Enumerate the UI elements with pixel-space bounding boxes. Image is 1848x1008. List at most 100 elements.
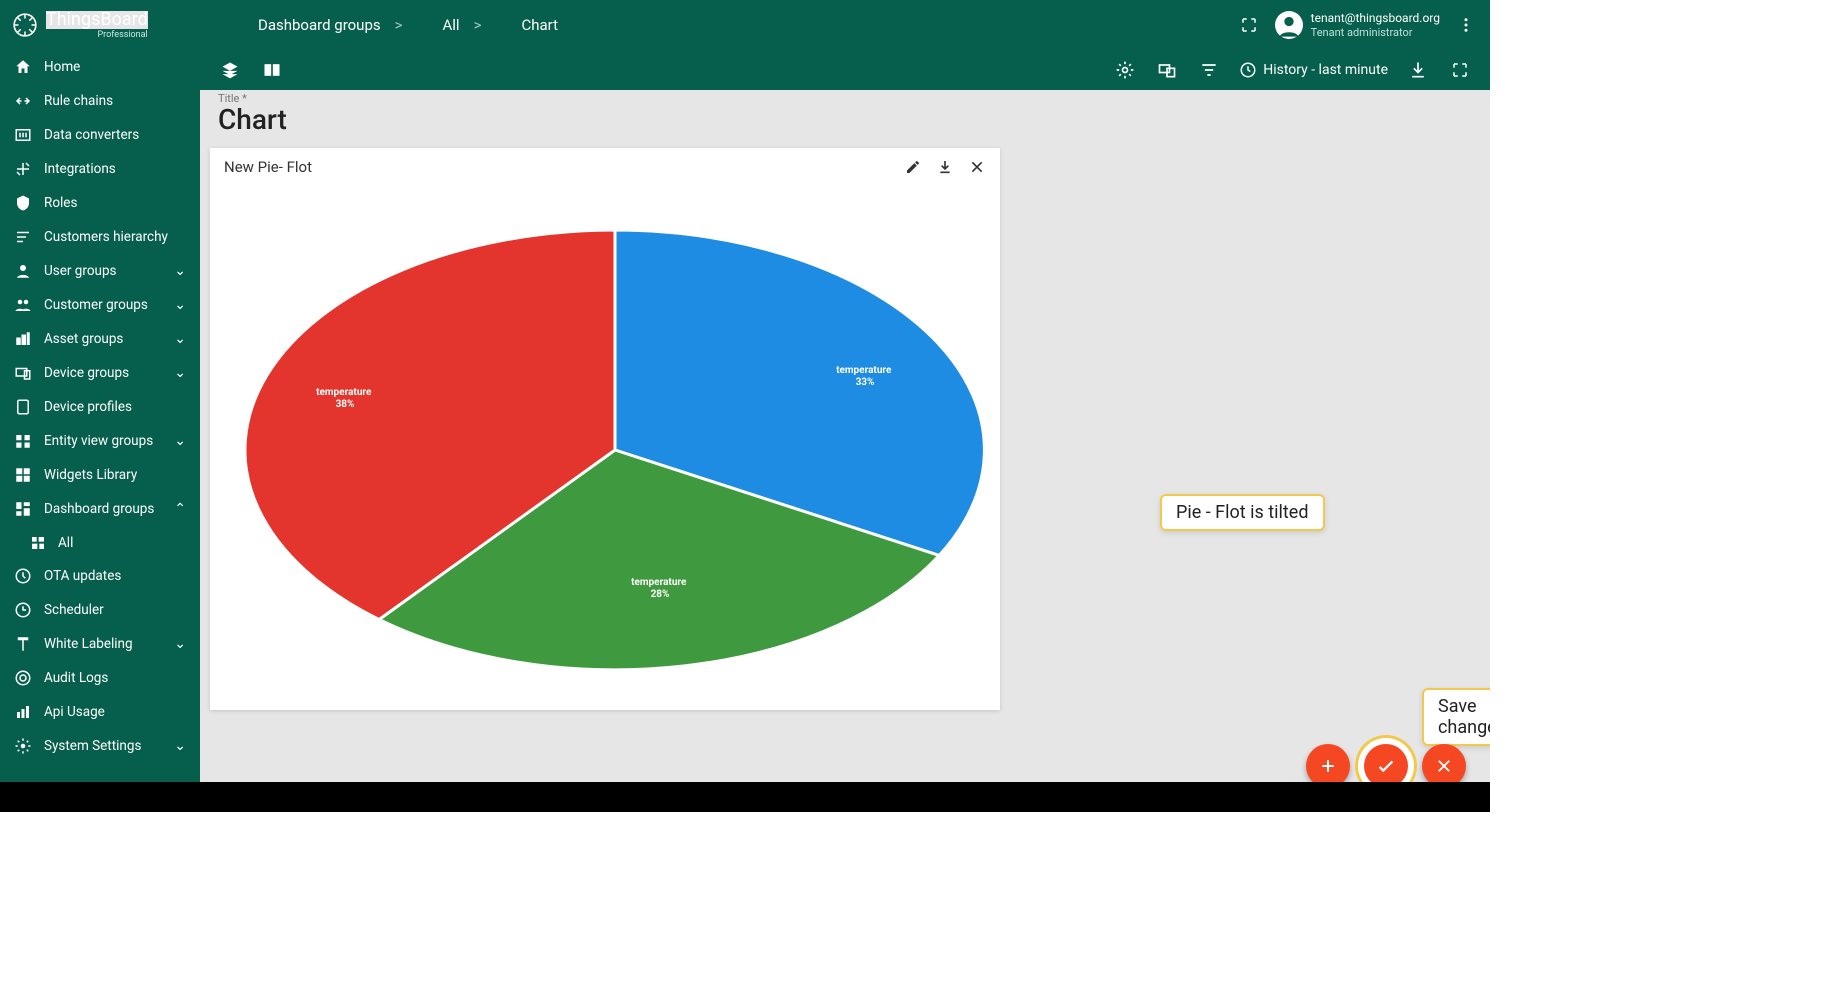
sidebar-item-label: Customer groups	[44, 297, 162, 313]
sidebar-item-label: Home	[44, 59, 186, 75]
sidebar-item-device-groups[interactable]: Device groups ⌄	[0, 356, 200, 390]
integrations-icon	[14, 160, 32, 178]
sidebar-item-label: Audit Logs	[44, 670, 186, 686]
sidebar-item-label: OTA updates	[44, 568, 186, 584]
export-icon[interactable]	[1406, 58, 1430, 82]
breadcrumb-label: Dashboard groups	[258, 16, 381, 34]
fullscreen-icon[interactable]	[1237, 13, 1261, 37]
breadcrumb-separator: >	[474, 16, 482, 34]
layers-icon[interactable]	[218, 58, 242, 82]
devices-icon	[14, 364, 32, 382]
sidebar-item-scheduler[interactable]: Scheduler	[0, 593, 200, 627]
sidebar-item-label: Rule chains	[44, 93, 186, 109]
customers-icon	[14, 296, 32, 314]
gear-icon[interactable]	[1113, 58, 1137, 82]
sidebar-item-customer-groups[interactable]: Customer groups⌄	[0, 288, 200, 322]
brand-logo[interactable]: ThingsBoard Professional	[12, 11, 202, 40]
roles-icon	[14, 194, 32, 212]
brand-name: ThingsBoard	[46, 11, 148, 29]
breadcrumb-chart[interactable]: Chart	[495, 16, 558, 34]
sidebar-item-white-labeling[interactable]: White Labeling⌄	[0, 627, 200, 661]
hierarchy-icon	[14, 228, 32, 246]
sidebar-item-dashboard-groups[interactable]: Dashboard groups ⌃	[0, 492, 200, 526]
pie-chart-svg: temperature 33% temperature 28% temperat…	[225, 205, 985, 685]
sidebar-item-all[interactable]: All	[0, 526, 200, 559]
avatar-icon	[1275, 11, 1303, 39]
entity-aliases-icon[interactable]	[1155, 58, 1179, 82]
more-icon[interactable]	[1454, 13, 1478, 37]
sidebar-item-label: Widgets Library	[44, 467, 186, 483]
sidebar-item-customers-hierarchy[interactable]: Customers hierarchy	[0, 220, 200, 254]
timewindow-button[interactable]: History - last minute	[1239, 61, 1388, 79]
chevron-down-icon: ⌄	[174, 365, 186, 381]
sidebar-item-ota-updates[interactable]: OTA updates	[0, 559, 200, 593]
api-icon	[14, 703, 32, 721]
user-email: tenant@thingsboard.org	[1311, 11, 1440, 25]
chevron-down-icon: ⌄	[174, 738, 186, 754]
sidebar-item-integrations[interactable]: Integrations	[0, 152, 200, 186]
fullscreen-toggle-icon[interactable]	[1448, 58, 1472, 82]
bottom-black-bar	[0, 782, 1490, 812]
user-menu[interactable]: tenant@thingsboard.org Tenant administra…	[1275, 11, 1440, 39]
rule-chains-icon	[14, 92, 32, 110]
sidebar-item-label: White Labeling	[44, 636, 162, 652]
sidebar-item-api-usage[interactable]: Api Usage	[0, 695, 200, 729]
sidebar-item-label: Scheduler	[44, 602, 186, 618]
breadcrumb: Dashboard groups > All > Chart	[232, 16, 558, 34]
download-widget-icon[interactable]	[936, 158, 954, 176]
sidebar-item-user-groups[interactable]: User groups⌄	[0, 254, 200, 288]
main-area: History - last minute Title * Chart New …	[200, 50, 1490, 812]
filter-icon[interactable]	[1197, 58, 1221, 82]
home-icon	[14, 58, 32, 76]
sidebar-item-rule-chains[interactable]: Rule chains	[0, 84, 200, 118]
sidebar-item-system-settings[interactable]: System Settings ⌄	[0, 729, 200, 763]
sidebar-item-label: System Settings	[44, 738, 162, 754]
sidebar-item-label: Asset groups	[44, 331, 162, 347]
dashboard-icon	[30, 535, 46, 551]
sidebar-item-label: Data converters	[44, 127, 186, 143]
whitelabel-icon	[14, 635, 32, 653]
sidebar-item-label: All	[58, 535, 186, 551]
breadcrumb-label: Chart	[521, 16, 558, 34]
breadcrumb-separator: >	[395, 16, 403, 34]
clock-icon	[1239, 61, 1257, 79]
pie-chart-body: temperature 33% temperature 28% temperat…	[210, 180, 1000, 710]
breadcrumb-dashboard-groups[interactable]: Dashboard groups	[232, 16, 381, 34]
page-title[interactable]: Chart	[218, 103, 1472, 136]
settings-icon	[14, 737, 32, 755]
audit-icon	[14, 669, 32, 687]
thingsboard-logo-icon	[12, 12, 38, 38]
converters-icon	[14, 126, 32, 144]
sidebar-item-data-converters[interactable]: Data converters	[0, 118, 200, 152]
dashboard-icon	[232, 19, 252, 31]
dashboards-icon	[14, 500, 32, 518]
sidebar-item-label: Device groups	[44, 365, 162, 381]
timewindow-label: History - last minute	[1263, 62, 1388, 78]
sidebar-item-roles[interactable]: Roles	[0, 186, 200, 220]
breadcrumb-all[interactable]: All	[416, 16, 459, 34]
ota-icon	[14, 567, 32, 585]
sidebar-item-entity-view-groups[interactable]: Entity view groups⌄	[0, 424, 200, 458]
sidebar-item-label: User groups	[44, 263, 162, 279]
sidebar-item-widgets-library[interactable]: Widgets Library	[0, 458, 200, 492]
layouts-icon[interactable]	[260, 58, 284, 82]
sidebar-item-label: Device profiles	[44, 399, 186, 415]
pie-chart-widget[interactable]: New Pie- Flot	[210, 148, 1000, 710]
widget-title: New Pie- Flot	[224, 158, 312, 176]
callout-tilt: Pie - Flot is tilted	[1160, 494, 1325, 531]
dashboard-content: Title * Chart New Pie- Flot	[200, 90, 1490, 812]
edit-widget-icon[interactable]	[904, 158, 922, 176]
profile-icon	[14, 398, 32, 416]
sidebar-item-home[interactable]: Home	[0, 50, 200, 84]
remove-widget-icon[interactable]	[968, 158, 986, 176]
dashboard-toolbar: History - last minute	[200, 50, 1490, 90]
sidebar-item-audit-logs[interactable]: Audit Logs	[0, 661, 200, 695]
sidebar-item-label: Dashboard groups	[44, 501, 162, 517]
widgets-icon	[14, 466, 32, 484]
callout-save: Save changes	[1422, 688, 1490, 746]
sidebar-item-asset-groups[interactable]: Asset groups⌄	[0, 322, 200, 356]
chevron-up-icon: ⌃	[174, 501, 186, 517]
sidebar-item-device-profiles[interactable]: Device profiles	[0, 390, 200, 424]
dashboard-icon	[416, 19, 436, 31]
topbar: ThingsBoard Professional Dashboard group…	[0, 0, 1490, 50]
